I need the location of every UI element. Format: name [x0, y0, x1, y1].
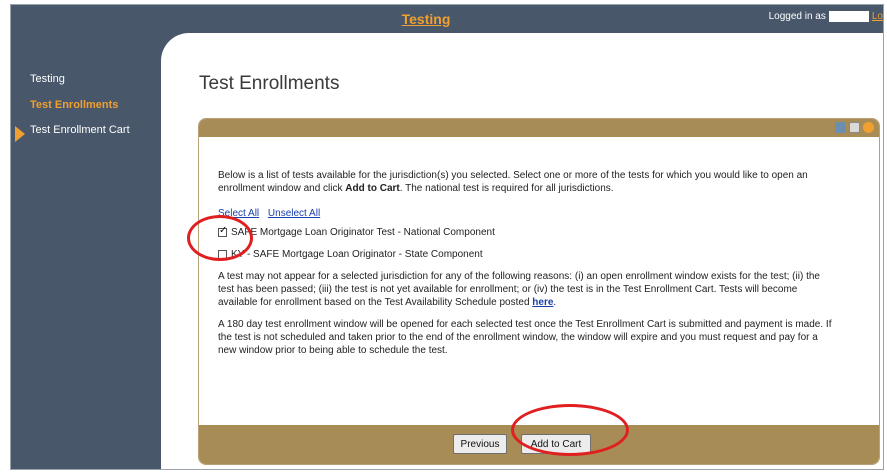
schedule-here-link[interactable]: here — [532, 297, 553, 308]
username-box — [828, 11, 869, 22]
page-icon[interactable] — [849, 122, 860, 133]
unselect-all-link[interactable]: Unselect All — [268, 208, 320, 219]
previous-button[interactable]: Previous — [453, 434, 507, 454]
enrollment-panel: Below is a list of tests available for t… — [198, 118, 880, 465]
availability-note: A test may not appear for a selected jur… — [218, 271, 820, 308]
print-icon[interactable] — [835, 122, 846, 133]
national-test-checkbox[interactable] — [218, 225, 227, 237]
intro-text: Below is a list of tests available for t… — [218, 170, 808, 194]
select-all-link[interactable]: Select All — [218, 208, 259, 219]
test-row-state[interactable]: KY - SAFE Mortgage Loan Originator - Sta… — [218, 247, 869, 261]
sidebar-item-testing[interactable]: Testing — [30, 73, 65, 85]
panel-body: Below is a list of tests available for t… — [218, 169, 869, 357]
enrollment-window-note: A 180 day test enrollment window will be… — [218, 319, 832, 356]
selection-links: Select All Unselect All — [218, 208, 869, 219]
sidebar: Testing Test Enrollments Test Enrollment… — [11, 33, 161, 469]
app-title[interactable]: Testing — [371, 11, 481, 27]
page-title: Test Enrollments — [199, 73, 340, 94]
logout-link[interactable]: Lo — [872, 11, 883, 22]
help-icon[interactable] — [863, 122, 874, 133]
national-test-label: SAFE Mortgage Loan Originator Test - Nat… — [231, 226, 495, 238]
add-to-cart-button[interactable]: Add to Cart — [521, 434, 591, 454]
test-row-national[interactable]: SAFE Mortgage Loan Originator Test - Nat… — [218, 225, 869, 239]
logged-in-label: Logged in as — [768, 11, 826, 23]
sidebar-item-test-enrollments[interactable]: Test Enrollments — [30, 99, 118, 111]
state-test-label: KY - SAFE Mortgage Loan Originator - Sta… — [231, 248, 483, 260]
active-arrow-icon — [15, 126, 25, 142]
login-status: Logged in as Lo — [769, 11, 883, 22]
state-test-checkbox[interactable] — [218, 249, 227, 259]
panel-header — [199, 119, 879, 137]
main-content: Test Enrollments Below is a list of test… — [161, 33, 883, 469]
app-window: Testing Logged in as Lo Testing Test Enro… — [10, 4, 884, 470]
top-bar: Testing Logged in as Lo — [11, 5, 883, 33]
sidebar-item-test-enrollment-cart[interactable]: Test Enrollment Cart — [30, 124, 130, 136]
intro-bold: Add to Cart — [345, 183, 400, 194]
panel-footer: Previous Add to Cart — [199, 425, 879, 464]
